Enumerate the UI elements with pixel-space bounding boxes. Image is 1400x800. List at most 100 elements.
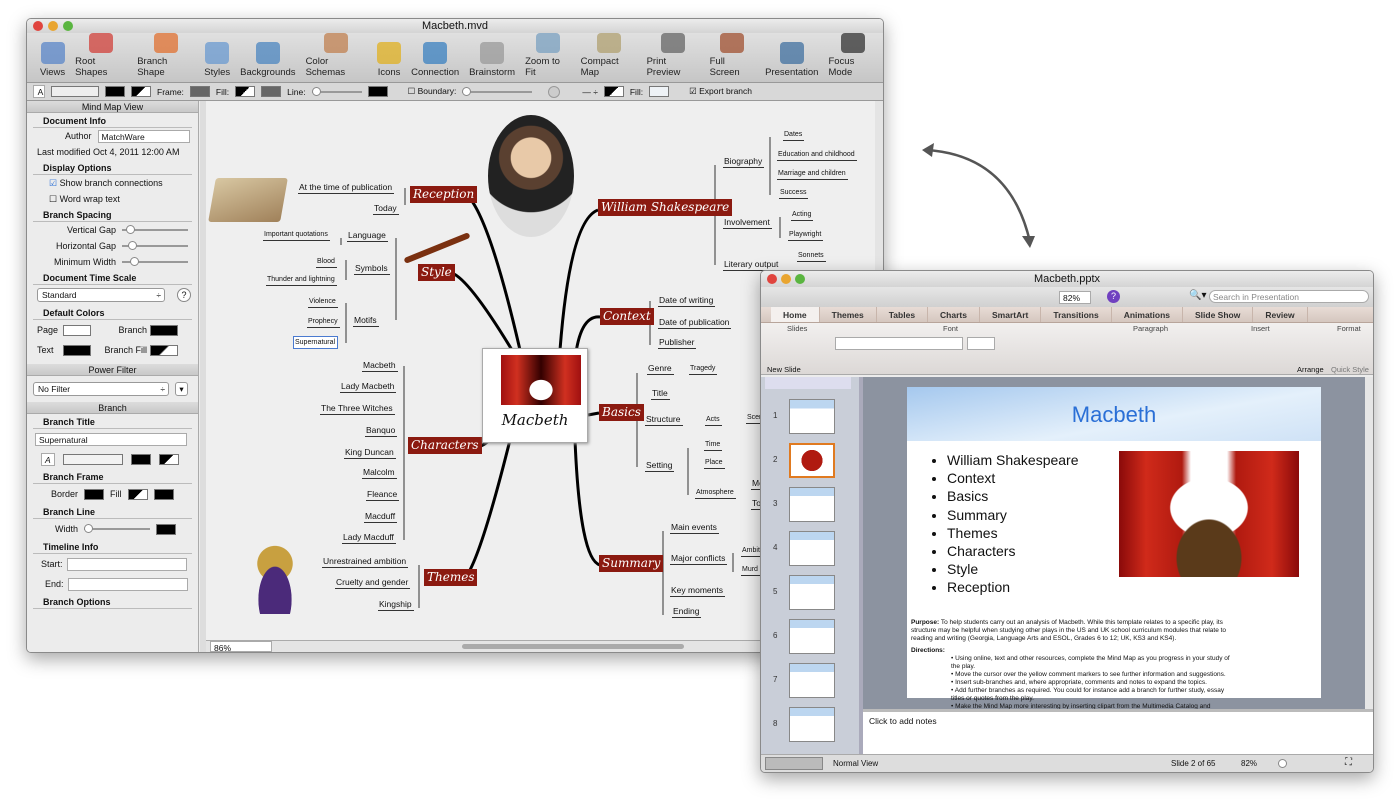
slide[interactable]: Macbeth William ShakespeareContextBasics…: [907, 387, 1321, 718]
quick-style-button[interactable]: Quick Style: [1331, 365, 1369, 374]
slide-thumbnail[interactable]: [789, 707, 835, 742]
sub-branch[interactable]: Dates: [783, 129, 805, 141]
notes-pane[interactable]: Click to add notes: [863, 709, 1373, 756]
sub-branch[interactable]: Education and childhood: [777, 149, 857, 161]
slide-bullet[interactable]: Basics: [947, 487, 1079, 505]
slide-bullet[interactable]: Context: [947, 469, 1079, 487]
slide-bullet[interactable]: Reception: [947, 578, 1079, 596]
slide-thumbnail[interactable]: [789, 575, 835, 610]
sub-branch[interactable]: Key moments: [670, 585, 725, 597]
tab-animations[interactable]: Animations: [1112, 307, 1183, 322]
slide-thumbnail[interactable]: [789, 443, 835, 478]
sub-branch[interactable]: Murd: [741, 564, 760, 576]
slide-thumbnail[interactable]: [789, 399, 835, 434]
sub-branch[interactable]: King Duncan: [344, 447, 396, 459]
sub-branch[interactable]: The Three Witches: [320, 403, 395, 415]
ppt-zoom-button[interactable]: [795, 274, 805, 284]
sub-branch[interactable]: At the time of publication: [298, 182, 395, 194]
sub-branch[interactable]: Success: [779, 187, 809, 199]
sub-branch[interactable]: Unrestrained ambition: [322, 556, 409, 568]
sub-branch[interactable]: Tragedy: [689, 363, 718, 375]
sub-branch[interactable]: Symbols: [354, 263, 390, 275]
sub-branch[interactable]: Today: [373, 203, 399, 215]
sub-branch[interactable]: Biography: [723, 156, 765, 168]
sub-branch[interactable]: Atmosphere: [695, 487, 736, 499]
main-branch-themes[interactable]: Themes: [424, 569, 478, 586]
central-node[interactable]: Macbeth: [482, 348, 588, 443]
sub-branch[interactable]: Important quotations: [263, 229, 330, 241]
sub-branch[interactable]: Macbeth: [362, 360, 398, 372]
sub-branch[interactable]: Playwright: [788, 229, 824, 241]
arrange-button[interactable]: Arrange: [1297, 365, 1324, 374]
main-branch-style[interactable]: Style: [418, 264, 455, 281]
main-branch-william-shakespeare[interactable]: William Shakespeare: [598, 199, 733, 216]
slide-bullet[interactable]: Themes: [947, 524, 1079, 542]
sub-branch[interactable]: Motifs: [353, 315, 379, 327]
fit-window-icon[interactable]: ⛶: [1345, 757, 1352, 768]
sub-branch[interactable]: Cruelty and gender: [335, 577, 411, 589]
slide-bullet[interactable]: William Shakespeare: [947, 451, 1079, 469]
sub-branch[interactable]: Date of writing: [658, 295, 716, 307]
search-input[interactable]: Search in Presentation: [1209, 290, 1369, 303]
tab-review[interactable]: Review: [1253, 307, 1308, 322]
sub-branch[interactable]: Time: [704, 439, 723, 451]
tab-slide-show[interactable]: Slide Show: [1183, 307, 1254, 322]
tab-smartart[interactable]: SmartArt: [980, 307, 1042, 322]
sub-branch[interactable]: Publisher: [658, 337, 697, 349]
new-slide-button[interactable]: New Slide: [767, 365, 801, 374]
help-icon[interactable]: ?: [1107, 290, 1120, 303]
font-name-select[interactable]: [835, 337, 963, 350]
sub-branch[interactable]: Kingship: [378, 599, 414, 611]
selected-branch-supernatural[interactable]: Supernatural: [293, 336, 339, 349]
slide-thumbnail[interactable]: [789, 531, 835, 566]
sub-branch[interactable]: Macduff: [364, 511, 398, 523]
sub-branch[interactable]: Violence: [308, 296, 338, 308]
main-branch-summary[interactable]: Summary: [599, 555, 664, 572]
sub-branch[interactable]: Thunder and lightning: [266, 274, 337, 286]
view-buttons[interactable]: [765, 757, 823, 770]
ppt-minimize-button[interactable]: [781, 274, 791, 284]
sub-branch[interactable]: Genre: [647, 363, 674, 375]
sub-branch[interactable]: Lady Macbeth: [340, 381, 397, 393]
sub-branch[interactable]: Acts: [705, 414, 722, 426]
sub-branch[interactable]: Prophecy: [307, 316, 340, 328]
ppt-close-button[interactable]: [767, 274, 777, 284]
zoom-select[interactable]: 82%: [1059, 291, 1091, 304]
sub-branch[interactable]: Ending: [672, 606, 702, 618]
main-branch-basics[interactable]: Basics: [599, 404, 644, 421]
sub-branch[interactable]: Involvement: [723, 217, 772, 229]
tab-themes[interactable]: Themes: [820, 307, 877, 322]
slide-bullet[interactable]: Characters: [947, 542, 1079, 560]
slide-bullet[interactable]: Style: [947, 560, 1079, 578]
main-branch-reception[interactable]: Reception: [410, 186, 478, 203]
sub-branch[interactable]: Ambit: [741, 545, 762, 557]
sub-branch[interactable]: Lady Macduff: [342, 532, 396, 544]
sub-branch[interactable]: Place: [704, 457, 725, 469]
font-size-select[interactable]: [967, 337, 995, 350]
sub-branch[interactable]: Malcolm: [362, 467, 397, 479]
sub-branch[interactable]: Acting: [791, 209, 814, 221]
sub-branch[interactable]: Language: [347, 230, 388, 242]
slide-thumbnail[interactable]: [789, 663, 835, 698]
tab-tables[interactable]: Tables: [877, 307, 929, 322]
main-branch-context[interactable]: Context: [600, 308, 654, 325]
slide-thumbnail[interactable]: [789, 487, 835, 522]
sub-branch[interactable]: Fleance: [366, 489, 400, 501]
slide-thumbnail[interactable]: [789, 619, 835, 654]
sub-branch[interactable]: Setting: [645, 460, 675, 472]
slide-title[interactable]: Macbeth: [907, 387, 1321, 441]
sub-branch[interactable]: Structure: [645, 414, 683, 426]
main-branch-characters[interactable]: Characters: [408, 437, 482, 454]
sub-branch[interactable]: Blood: [316, 256, 337, 268]
sub-branch[interactable]: Title: [651, 388, 670, 400]
tab-home[interactable]: Home: [771, 307, 820, 322]
pane-view-toggle[interactable]: [765, 377, 851, 389]
slide-bullet[interactable]: Summary: [947, 506, 1079, 524]
sub-branch[interactable]: Major conflicts: [670, 553, 728, 565]
slide-scrollbar[interactable]: [1365, 377, 1373, 709]
sub-branch[interactable]: Date of publication: [658, 317, 732, 329]
tab-charts[interactable]: Charts: [928, 307, 980, 322]
sub-branch[interactable]: Banquo: [365, 425, 398, 437]
sub-branch[interactable]: Main events: [670, 522, 719, 534]
tab-transitions[interactable]: Transitions: [1041, 307, 1112, 322]
